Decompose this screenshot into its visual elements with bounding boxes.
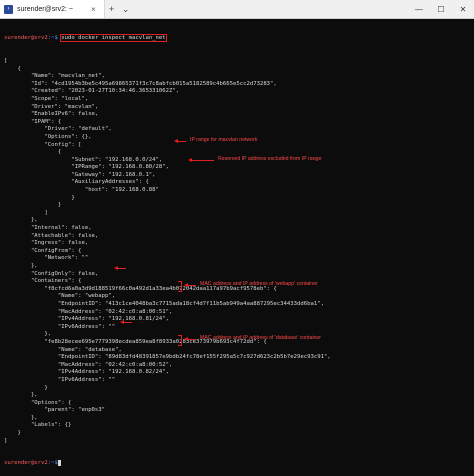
output-line: "Driver": "default", [4,126,112,133]
output-line: "MacAddress": "02:42:c0:a8:00:52", [4,361,173,368]
webapp-bracket [178,281,182,292]
cursor [57,460,62,467]
output-line: "IPv4Address": "192.168.0.82/24", [4,369,170,376]
ip-range-note: IP range for macvlan network [190,137,258,143]
output-line: "parent": "enp0s3" [4,407,106,414]
minimize-button[interactable]: — [408,5,430,14]
output-line: } [4,202,62,209]
output-line: "MacAddress": "02:42:c0:a8:00:51", [4,308,173,315]
command-text: sudo docker inspect macvlan_net [59,33,168,43]
final-prompt-user-host: surender@srv2 [4,460,48,467]
output-line: "Labels": {} [4,422,72,429]
output-line: } [4,384,48,391]
output-line: "ConfigFrom": { [4,247,82,254]
webapp-mac-ip-arrow [184,283,196,287]
terminal-output[interactable]: surender@srv2:~$ sudo docker inspect mac… [4,20,470,467]
close-window-button[interactable]: ✕ [452,5,474,14]
output-line: "Scope": "local", [4,95,89,102]
final-prompt-line: surender@srv2:~$ [4,460,470,468]
output-line: [ [4,57,8,64]
output-line: "Created": "2023-01-27T10:34:46.36533106… [4,88,180,95]
dropdown-chevron-icon[interactable]: ⌄ [119,4,133,15]
output-line: "EndpointID": "413c1ce4048ba3c7715ada18c… [4,300,324,307]
command-line: surender@srv2:~$ sudo docker inspect mac… [4,33,470,43]
reserved-ip-arrow [188,158,214,162]
output-line: "Name": "database", [4,346,122,353]
output-line: }, [4,392,38,399]
output-line: "Internal": false, [4,225,92,232]
output-line: ] [4,437,8,444]
output-line: "EndpointID": "89d83dfd48391857e9bdb24fc… [4,354,331,361]
database-bracket [178,335,182,346]
output-line: "Name": "macvlan_net", [4,73,106,80]
maximize-button[interactable]: ☐ [430,5,452,14]
output-line: "Name": "webapp", [4,293,116,300]
output-line: }, [4,217,38,224]
output-line: "Gateway": "192.168.0.1", [4,171,156,178]
webapp-mac-ip-note: MAC address and IP address of 'webapp' c… [200,281,318,287]
terminal-tab[interactable]: › surender@srv2: ~ × [0,0,105,18]
output-line: }, [4,414,38,421]
output-line: "IPRange": "192.168.0.80/28", [4,164,170,171]
tab-close-icon[interactable]: × [91,5,96,14]
output-line: "ConfigOnly": false, [4,270,99,277]
output-line: "Attachable": false, [4,232,99,239]
output-line: "IPv6Address": "" [4,323,116,330]
database-name-arrow [120,320,132,324]
ip-range-arrow [174,139,186,143]
output-line: { [4,65,21,72]
output-line: "Id": "4cd1954b3be5c495a69865371f3c7c8ab… [4,80,277,87]
reserved-ip-note: Reserved IP address excluded from IP ran… [218,156,322,162]
prompt-user-host: surender@srv2 [4,35,48,42]
window-controls: — ☐ ✕ [408,5,474,14]
json-output: [ { "Name": "macvlan_net", "Id": "4cd195… [4,58,470,445]
window-titlebar: › surender@srv2: ~ × + ⌄ — ☐ ✕ [0,0,474,19]
database-mac-ip-arrow [184,337,196,341]
output-line: "AuxiliaryAddresses": { [4,179,149,186]
output-line: "Driver": "macvlan", [4,103,99,110]
output-line: "IPv4Address": "192.168.0.81/24", [4,316,170,323]
output-line: }, [4,263,38,269]
final-prompt-path: :~$ [47,460,58,467]
database-mac-ip-note: MAC address and IP address of 'database'… [200,335,321,341]
prompt-path: :~$ [47,35,58,42]
webapp-name-arrow [114,266,126,270]
output-line: "Network": "" [4,255,89,262]
output-line: "IPv6Address": "" [4,376,116,383]
output-line: } [4,194,75,201]
new-tab-button[interactable]: + [105,4,119,14]
output-line: "IPAM": { [4,118,62,125]
output-line: "host": "192.168.0.88" [4,187,159,194]
output-line: "Options": { [4,399,72,406]
tab-title: surender@srv2: ~ [17,5,73,13]
output-line: } [4,430,21,437]
output-line: "EnableIPv6": false, [4,111,99,118]
terminal-icon: › [4,4,13,14]
output-line: ] [4,209,48,216]
output-line: "Ingress": false, [4,240,89,247]
